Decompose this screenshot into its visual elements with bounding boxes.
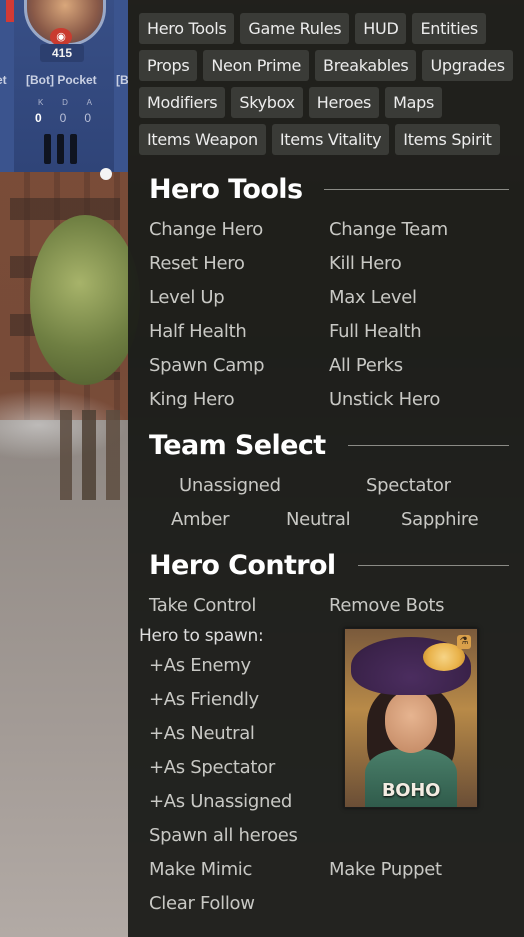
tab-props[interactable]: Props [139, 50, 198, 81]
tab-bar: Hero Tools Game Rules HUD Entities Props… [139, 13, 523, 155]
make-puppet-button[interactable]: Make Puppet [329, 859, 442, 880]
tab-game-rules[interactable]: Game Rules [240, 13, 350, 44]
divider [324, 189, 509, 190]
ammo-pips [44, 134, 77, 164]
change-hero-button[interactable]: Change Hero [149, 219, 263, 240]
level-up-button[interactable]: Level Up [149, 287, 225, 308]
kill-hero-button[interactable]: Kill Hero [329, 253, 402, 274]
divider [357, 565, 509, 566]
unstick-hero-button[interactable]: Unstick Hero [329, 389, 440, 410]
tab-upgrades[interactable]: Upgrades [422, 50, 513, 81]
max-level-button[interactable]: Max Level [329, 287, 417, 308]
section-hero-tools: Hero Tools [149, 174, 509, 205]
section-hero-control: Hero Control [149, 550, 509, 581]
tab-modifiers[interactable]: Modifiers [139, 87, 226, 118]
player-name: [B [116, 73, 129, 87]
tab-items-weapon[interactable]: Items Weapon [139, 124, 266, 155]
hero-name: BOHO [381, 780, 441, 801]
team-neutral-button[interactable]: Neutral [286, 509, 351, 530]
make-mimic-button[interactable]: Make Mimic [149, 859, 252, 880]
mouse-cursor [100, 168, 112, 180]
tab-hud[interactable]: HUD [355, 13, 407, 44]
remove-bots-button[interactable]: Remove Bots [329, 595, 445, 616]
take-control-button[interactable]: Take Control [149, 595, 256, 616]
half-health-button[interactable]: Half Health [149, 321, 247, 342]
tab-items-vitality[interactable]: Items Vitality [271, 124, 390, 155]
team-scoreboard-hud: ◉ 415 et [Bot] Pocket [B K D A 0 0 0 [0, 0, 129, 172]
spawn-as-spectator-button[interactable]: +As Spectator [149, 757, 275, 778]
hero-portrait-face [385, 691, 437, 753]
tab-items-spirit[interactable]: Items Spirit [395, 124, 500, 155]
tab-maps[interactable]: Maps [385, 87, 442, 118]
change-team-button[interactable]: Change Team [329, 219, 448, 240]
tab-skybox[interactable]: Skybox [231, 87, 303, 118]
tab-neon-prime[interactable]: Neon Prime [203, 50, 310, 81]
section-title: Team Select [149, 430, 326, 461]
tree [30, 215, 140, 385]
health-bar [6, 0, 14, 22]
npc-figures [60, 410, 130, 500]
flask-icon: ⚗ [457, 635, 471, 649]
divider [347, 445, 509, 446]
tab-entities[interactable]: Entities [412, 13, 486, 44]
tab-heroes[interactable]: Heroes [308, 87, 380, 118]
reset-hero-button[interactable]: Reset Hero [149, 253, 245, 274]
kda-values: 0 0 0 [35, 111, 91, 125]
tab-hero-tools[interactable]: Hero Tools [139, 13, 235, 44]
section-title: Hero Tools [149, 174, 303, 205]
clear-follow-button[interactable]: Clear Follow [149, 893, 255, 914]
kda-labels: K D A [38, 98, 92, 107]
spawn-all-heroes-button[interactable]: Spawn all heroes [149, 825, 298, 846]
tab-breakables[interactable]: Breakables [315, 50, 417, 81]
spawn-camp-button[interactable]: Spawn Camp [149, 355, 265, 376]
spawn-as-neutral-button[interactable]: +As Neutral [149, 723, 255, 744]
spawn-as-unassigned-button[interactable]: +As Unassigned [149, 791, 292, 812]
all-perks-button[interactable]: All Perks [329, 355, 403, 376]
team-amber-button[interactable]: Amber [171, 509, 230, 530]
section-title: Hero Control [149, 550, 336, 581]
dev-tools-panel: Hero Tools Game Rules HUD Entities Props… [128, 0, 524, 937]
king-hero-button[interactable]: King Hero [149, 389, 235, 410]
team-spectator-button[interactable]: Spectator [366, 475, 451, 496]
hero-to-spawn-label: Hero to spawn: [139, 626, 264, 646]
player-level: 415 [40, 44, 84, 62]
full-health-button[interactable]: Full Health [329, 321, 422, 342]
hero-select-card[interactable]: ⚗ BOHO [344, 628, 478, 808]
section-team-select: Team Select [149, 430, 509, 461]
team-sapphire-button[interactable]: Sapphire [401, 509, 479, 530]
spawn-as-friendly-button[interactable]: +As Friendly [149, 689, 259, 710]
player-name: [Bot] Pocket [26, 73, 97, 87]
spawn-as-enemy-button[interactable]: +As Enemy [149, 655, 251, 676]
player-name: et [0, 73, 7, 87]
team-unassigned-button[interactable]: Unassigned [179, 475, 281, 496]
